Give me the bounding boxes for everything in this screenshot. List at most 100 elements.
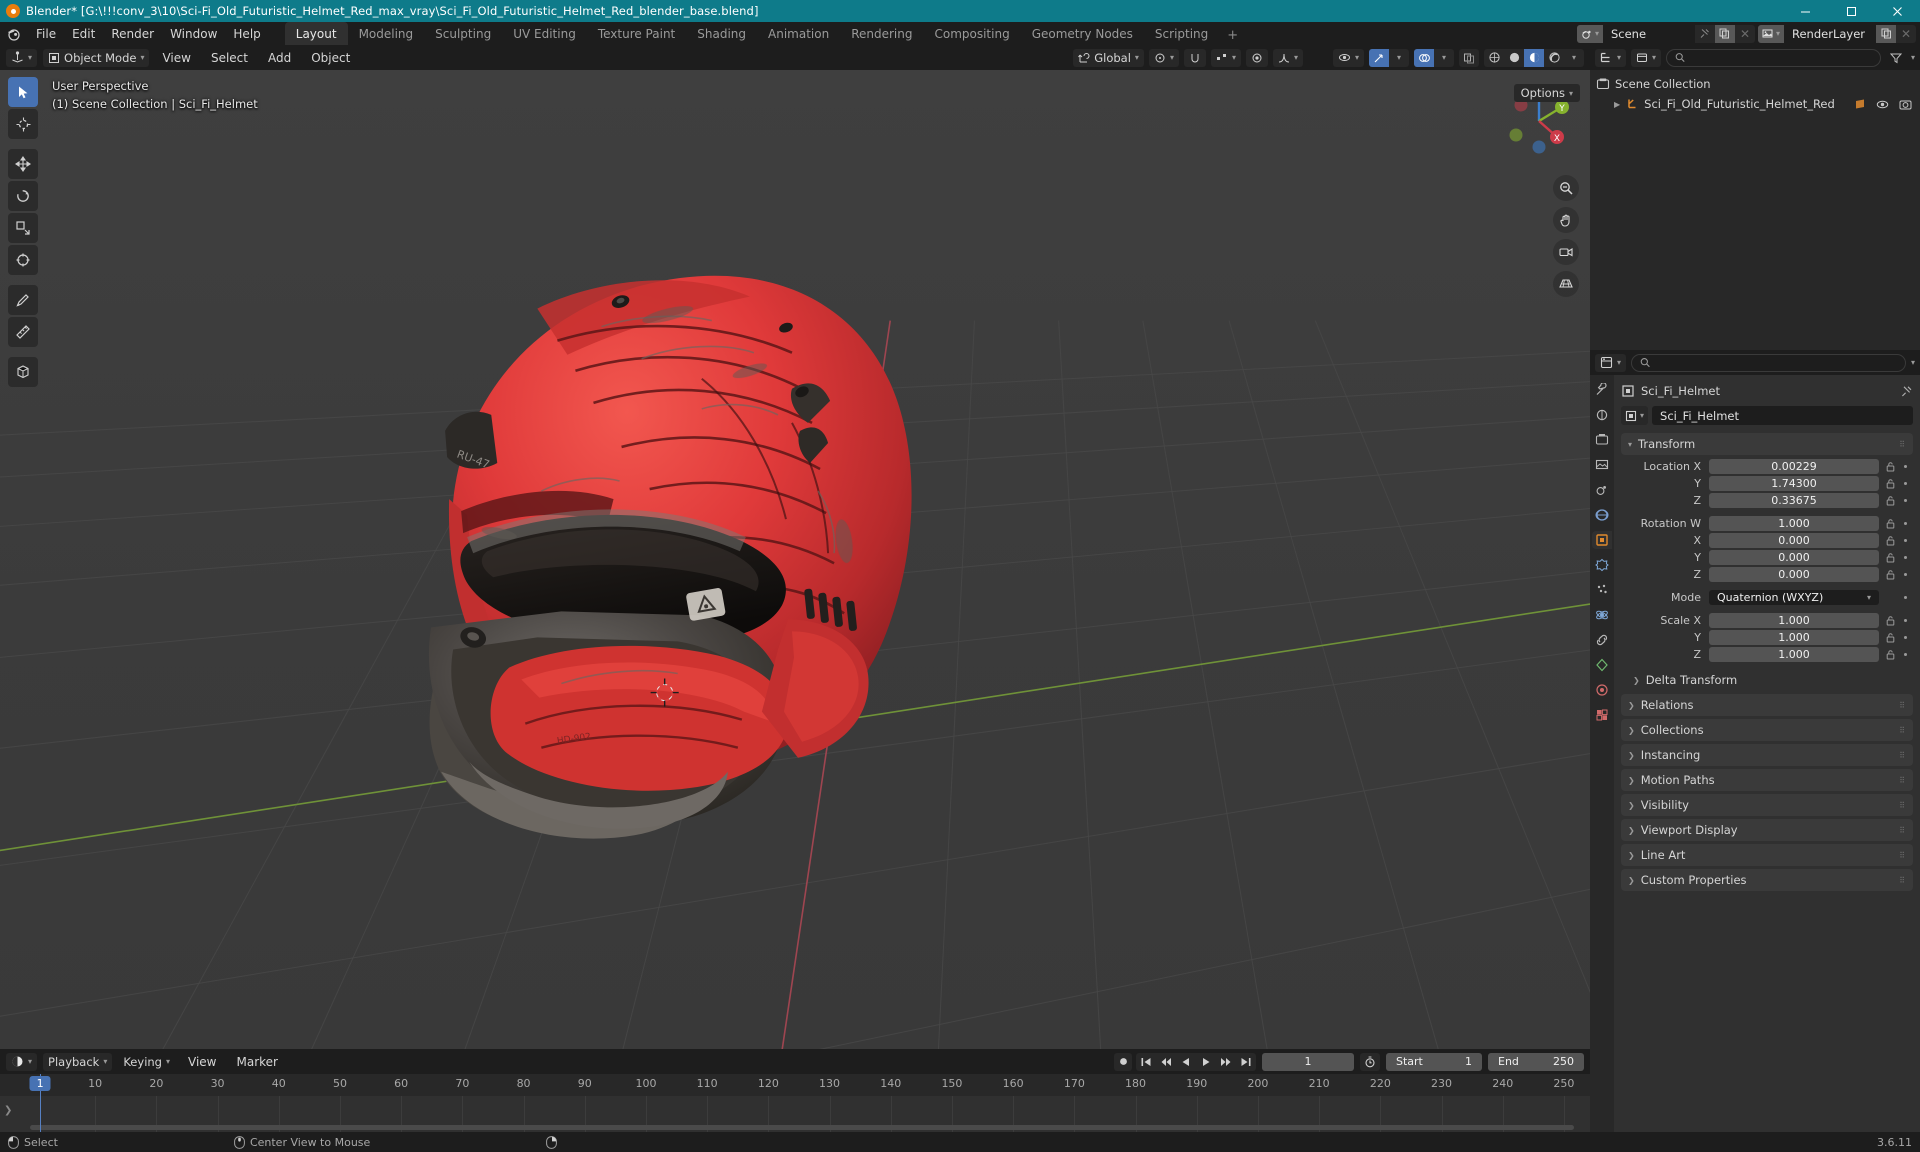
viewport-3d[interactable]: RU-47 HD-902 User Perspective (1) Scene … bbox=[0, 70, 1590, 1049]
use-preview-range-button[interactable] bbox=[1360, 1052, 1380, 1071]
xray-toggle[interactable] bbox=[1459, 48, 1479, 67]
object-id-type-selector[interactable]: ▾ bbox=[1621, 406, 1649, 425]
chevron-down-icon[interactable]: ▾ bbox=[1911, 53, 1915, 62]
rotation-w-field[interactable]: 1.000 bbox=[1709, 515, 1879, 531]
rotation-mode-dropdown[interactable]: Quaternion (WXYZ) ▾ bbox=[1709, 589, 1879, 605]
outliner-search-input[interactable] bbox=[1666, 48, 1881, 67]
tool-move[interactable] bbox=[8, 149, 38, 179]
next-keyframe-button[interactable] bbox=[1216, 1053, 1236, 1071]
lock-location-x-icon[interactable] bbox=[1885, 461, 1896, 472]
tab-geometry-nodes[interactable]: Geometry Nodes bbox=[1021, 22, 1144, 45]
close-icon[interactable] bbox=[1874, 0, 1920, 22]
properties-editor-type-selector[interactable]: ▾ bbox=[1595, 353, 1627, 372]
tool-cursor[interactable] bbox=[8, 109, 38, 139]
remove-view-layer-icon[interactable]: ✕ bbox=[1896, 25, 1916, 43]
viewport-menu-add[interactable]: Add bbox=[261, 49, 298, 67]
panel-motion-paths[interactable]: ❯ Motion Paths ⠿ bbox=[1621, 769, 1913, 791]
outliner-display-mode-selector[interactable]: ▾ bbox=[1631, 48, 1662, 67]
tab-texture-paint[interactable]: Texture Paint bbox=[587, 22, 686, 45]
tab-object[interactable] bbox=[1592, 531, 1612, 549]
panel-line-art[interactable]: ❯ Line Art ⠿ bbox=[1621, 844, 1913, 866]
chevron-down-icon[interactable]: ▾ bbox=[1434, 49, 1454, 67]
snap-pivot-selector[interactable]: ▾ bbox=[1148, 48, 1179, 67]
pin-id-icon[interactable] bbox=[1900, 385, 1913, 398]
material-preview-shading-icon[interactable] bbox=[1524, 48, 1544, 67]
prev-keyframe-button[interactable] bbox=[1156, 1053, 1176, 1071]
viewport-menu-view[interactable]: View bbox=[155, 49, 197, 67]
scale-y-field[interactable]: 1.000 bbox=[1709, 629, 1879, 645]
lock-rotation-w-icon[interactable] bbox=[1885, 518, 1896, 529]
wireframe-shading-icon[interactable] bbox=[1484, 49, 1504, 67]
tab-material[interactable] bbox=[1592, 681, 1612, 699]
chevron-down-icon[interactable]: ▾ bbox=[1389, 49, 1409, 67]
timeline-menu-view[interactable]: View bbox=[181, 1053, 223, 1071]
snap-toggle[interactable] bbox=[1183, 48, 1206, 67]
rotation-y-field[interactable]: 0.000 bbox=[1709, 549, 1879, 565]
tool-rotate[interactable] bbox=[8, 181, 38, 211]
timeline-editor-type-selector[interactable]: ▾ bbox=[6, 1052, 38, 1071]
chevron-down-icon[interactable]: ▾ bbox=[1911, 358, 1915, 367]
panel-relations[interactable]: ❯ Relations ⠿ bbox=[1621, 694, 1913, 716]
play-reverse-button[interactable] bbox=[1176, 1053, 1196, 1071]
viewport-options-button[interactable]: Options ▾ bbox=[1513, 84, 1580, 102]
animate-location-x-dot[interactable] bbox=[1904, 464, 1907, 468]
frame-end-field[interactable]: End 250 bbox=[1488, 1052, 1584, 1071]
pan-hand-icon[interactable] bbox=[1553, 207, 1579, 233]
tab-particles[interactable] bbox=[1592, 581, 1612, 599]
lock-scale-z-icon[interactable] bbox=[1885, 649, 1896, 660]
timeline-menu-playback[interactable]: Playback ▾ bbox=[43, 1052, 113, 1071]
pin-scene-icon[interactable] bbox=[1695, 25, 1715, 43]
scale-z-field[interactable]: 1.000 bbox=[1709, 646, 1879, 662]
tab-shading[interactable]: Shading bbox=[686, 22, 757, 45]
remove-scene-icon[interactable]: ✕ bbox=[1735, 25, 1755, 43]
viewport-menu-select[interactable]: Select bbox=[204, 49, 255, 67]
tab-scene[interactable] bbox=[1592, 481, 1612, 499]
tab-world[interactable] bbox=[1592, 506, 1612, 524]
timeline-menu-keying[interactable]: Keying ▾ bbox=[118, 1053, 175, 1071]
rotation-x-field[interactable]: 0.000 bbox=[1709, 532, 1879, 548]
gizmo-icon[interactable] bbox=[1369, 48, 1389, 67]
tool-scale[interactable] bbox=[8, 213, 38, 243]
rotation-z-field[interactable]: 0.000 bbox=[1709, 566, 1879, 582]
tab-render[interactable] bbox=[1592, 406, 1612, 424]
tab-sculpting[interactable]: Sculpting bbox=[424, 22, 502, 45]
tab-modeling[interactable]: Modeling bbox=[348, 22, 425, 45]
editor-type-selector[interactable]: ▾ bbox=[6, 48, 38, 67]
panel-collections[interactable]: ❯ Collections ⠿ bbox=[1621, 719, 1913, 741]
panel-viewport-display[interactable]: ❯ Viewport Display ⠿ bbox=[1621, 819, 1913, 841]
tool-measure[interactable] bbox=[8, 317, 38, 347]
animate-location-y-dot[interactable] bbox=[1904, 481, 1907, 485]
timeline-expand-arrow[interactable]: ❯ bbox=[4, 1105, 12, 1116]
scene-name-field[interactable]: Scene bbox=[1602, 24, 1695, 43]
tool-annotate[interactable] bbox=[8, 285, 38, 315]
view-layer-selector[interactable]: ▾ RenderLayer ✕ bbox=[1757, 24, 1916, 43]
outliner-row-scene-collection[interactable]: Scene Collection bbox=[1590, 74, 1920, 94]
chevron-down-icon[interactable]: ▾ bbox=[1564, 49, 1584, 67]
tab-physics[interactable] bbox=[1592, 606, 1612, 624]
view-layer-name-field[interactable]: RenderLayer bbox=[1784, 24, 1876, 43]
zoom-icon[interactable] bbox=[1553, 175, 1579, 201]
animate-scale-x-dot[interactable] bbox=[1904, 618, 1907, 622]
lock-rotation-z-icon[interactable] bbox=[1885, 569, 1896, 580]
outliner-search-field[interactable] bbox=[1690, 51, 1872, 64]
tab-compositing[interactable]: Compositing bbox=[923, 22, 1020, 45]
tool-add-cube[interactable] bbox=[8, 357, 38, 387]
location-y-field[interactable]: 1.74300 bbox=[1709, 475, 1879, 491]
animate-rotation-mode-dot[interactable] bbox=[1904, 595, 1907, 599]
lock-location-y-icon[interactable] bbox=[1885, 478, 1896, 489]
tab-output[interactable] bbox=[1592, 431, 1612, 449]
timeline-body[interactable]: 10 20 30 40 50 60 70 80 90 100 110 120 130 140 150 160 1… bbox=[0, 1074, 1590, 1132]
tab-uv-editing[interactable]: UV Editing bbox=[502, 22, 587, 45]
toggle-perspective-icon[interactable] bbox=[1553, 271, 1579, 297]
new-scene-icon[interactable] bbox=[1714, 24, 1735, 43]
tab-scripting[interactable]: Scripting bbox=[1144, 22, 1219, 45]
lock-rotation-x-icon[interactable] bbox=[1885, 535, 1896, 546]
animate-location-z-dot[interactable] bbox=[1904, 498, 1907, 502]
play-button[interactable] bbox=[1196, 1053, 1216, 1071]
animate-rotation-w-dot[interactable] bbox=[1904, 521, 1907, 525]
animate-rotation-x-dot[interactable] bbox=[1904, 538, 1907, 542]
panel-delta-transform[interactable]: ❯ Delta Transform bbox=[1621, 669, 1913, 691]
panel-instancing[interactable]: ❯ Instancing ⠿ bbox=[1621, 744, 1913, 766]
scene-selector[interactable]: ▾ Scene ✕ bbox=[1576, 24, 1755, 43]
scale-x-field[interactable]: 1.000 bbox=[1709, 612, 1879, 628]
